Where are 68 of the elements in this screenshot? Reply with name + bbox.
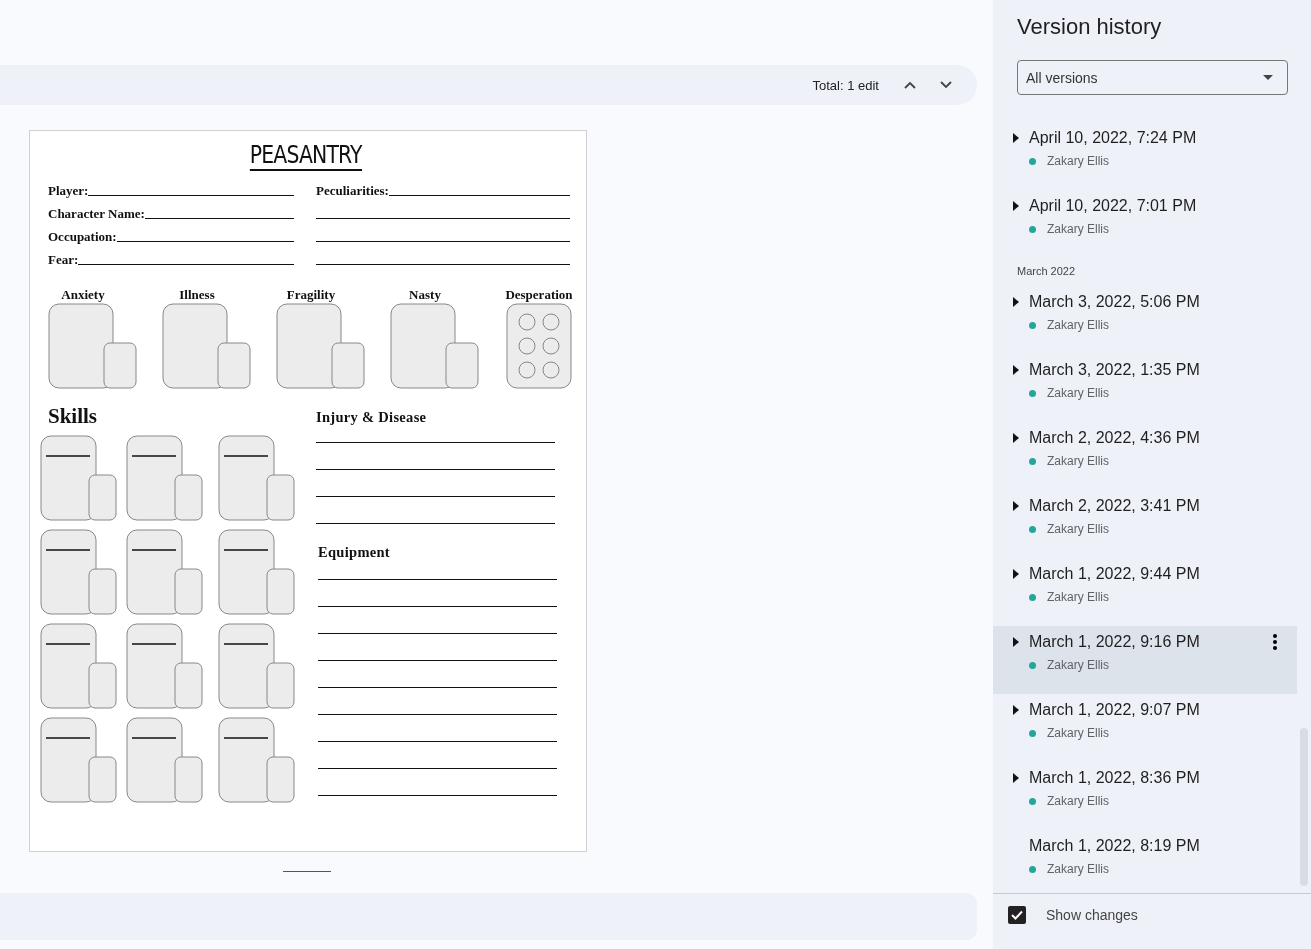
version-date: March 3, 2022, 5:06 PM (1029, 293, 1200, 311)
stat-label: Anxiety (61, 287, 105, 303)
checkbox-label: Show changes (1046, 907, 1138, 923)
version-entry[interactable]: April 10, 2022, 7:01 PM Zakary Ellis (993, 190, 1297, 258)
section-heading: Equipment (318, 544, 391, 561)
section-heading: Injury & Disease (316, 409, 428, 426)
field-label: Peculiarities: (316, 183, 389, 198)
version-date: March 2, 2022, 4:36 PM (1029, 429, 1200, 447)
version-date: March 1, 2022, 8:19 PM (1029, 837, 1200, 855)
expand-arrow-icon[interactable] (1013, 705, 1019, 715)
expand-arrow-icon[interactable] (1013, 501, 1019, 511)
stat-label: Nasty (409, 287, 441, 303)
chevron-up-icon (904, 81, 916, 89)
stat-label: Desperation (505, 287, 573, 303)
author-name: Zakary Ellis (1047, 318, 1109, 332)
author-name: Zakary Ellis (1047, 386, 1109, 400)
chevron-down-icon (940, 81, 952, 89)
stat-label: Fragility (286, 287, 336, 303)
version-entry[interactable]: March 1, 2022, 9:16 PM Zakary Ellis (993, 626, 1297, 694)
version-date: March 1, 2022, 8:36 PM (1029, 769, 1200, 787)
expand-arrow-icon[interactable] (1013, 569, 1019, 579)
field-label: Occupation: (48, 229, 117, 244)
version-entry[interactable]: March 3, 2022, 5:06 PM Zakary Ellis (993, 286, 1297, 354)
author-name: Zakary Ellis (1047, 522, 1109, 536)
author-name: Zakary Ellis (1047, 454, 1109, 468)
version-entry[interactable]: March 2, 2022, 3:41 PM Zakary Ellis (993, 490, 1297, 558)
expand-arrow-icon[interactable] (1013, 133, 1019, 143)
checkmark-icon (1011, 910, 1023, 920)
version-date: March 1, 2022, 9:44 PM (1029, 565, 1200, 583)
version-date: March 1, 2022, 9:07 PM (1029, 701, 1200, 719)
author-name: Zakary Ellis (1047, 590, 1109, 604)
expand-arrow-icon[interactable] (1013, 637, 1019, 647)
version-entry[interactable]: March 1, 2022, 8:36 PM Zakary Ellis (993, 762, 1297, 830)
field-label: Player: (48, 183, 89, 198)
skills-heading: Skills (47, 403, 99, 429)
author-name: Zakary Ellis (1047, 154, 1109, 168)
month-label: March 2022 (1016, 264, 1077, 279)
version-date: April 10, 2022, 7:24 PM (1029, 129, 1197, 147)
version-entry[interactable]: April 10, 2022, 7:24 PM Zakary Ellis (993, 122, 1297, 190)
version-date: March 1, 2022, 9:16 PM (1029, 633, 1200, 651)
author-name: Zakary Ellis (1047, 794, 1109, 808)
version-entry[interactable]: March 1, 2022, 9:44 PM Zakary Ellis (993, 558, 1297, 626)
expand-arrow-icon[interactable] (1013, 297, 1019, 307)
document-title: PEASANTRY (250, 141, 362, 171)
version-entry[interactable]: March 1, 2022, 8:19 PM Zakary Ellis (993, 830, 1297, 898)
dropdown-arrow-icon (1263, 75, 1273, 80)
author-name: Zakary Ellis (1047, 862, 1109, 876)
version-date: April 10, 2022, 7:01 PM (1029, 197, 1197, 215)
edit-count: Total: 1 edit (812, 77, 879, 93)
version-date: March 3, 2022, 1:35 PM (1029, 361, 1200, 379)
version-date: March 2, 2022, 3:41 PM (1029, 497, 1200, 515)
show-changes-checkbox[interactable] (1008, 906, 1026, 924)
author-name: Zakary Ellis (1047, 726, 1109, 740)
field-label: Fear: (48, 252, 79, 267)
expand-arrow-icon[interactable] (1013, 433, 1019, 443)
version-entry[interactable]: March 1, 2022, 9:07 PM Zakary Ellis (993, 694, 1297, 762)
version-entry[interactable]: March 2, 2022, 4:36 PM Zakary Ellis (993, 422, 1297, 490)
field-label: Character Name: (48, 206, 145, 221)
stat-label: Illness (179, 287, 215, 303)
panel-title: Version history (1016, 13, 1163, 41)
version-filter-dropdown[interactable]: All versions (1017, 60, 1288, 95)
author-name: Zakary Ellis (1047, 222, 1109, 236)
author-name: Zakary Ellis (1047, 658, 1109, 672)
version-entry[interactable]: March 3, 2022, 1:35 PM Zakary Ellis (993, 354, 1297, 422)
expand-arrow-icon[interactable] (1013, 365, 1019, 375)
more-options-icon[interactable] (1273, 634, 1277, 650)
expand-arrow-icon[interactable] (1013, 773, 1019, 783)
expand-arrow-icon[interactable] (1013, 201, 1019, 211)
